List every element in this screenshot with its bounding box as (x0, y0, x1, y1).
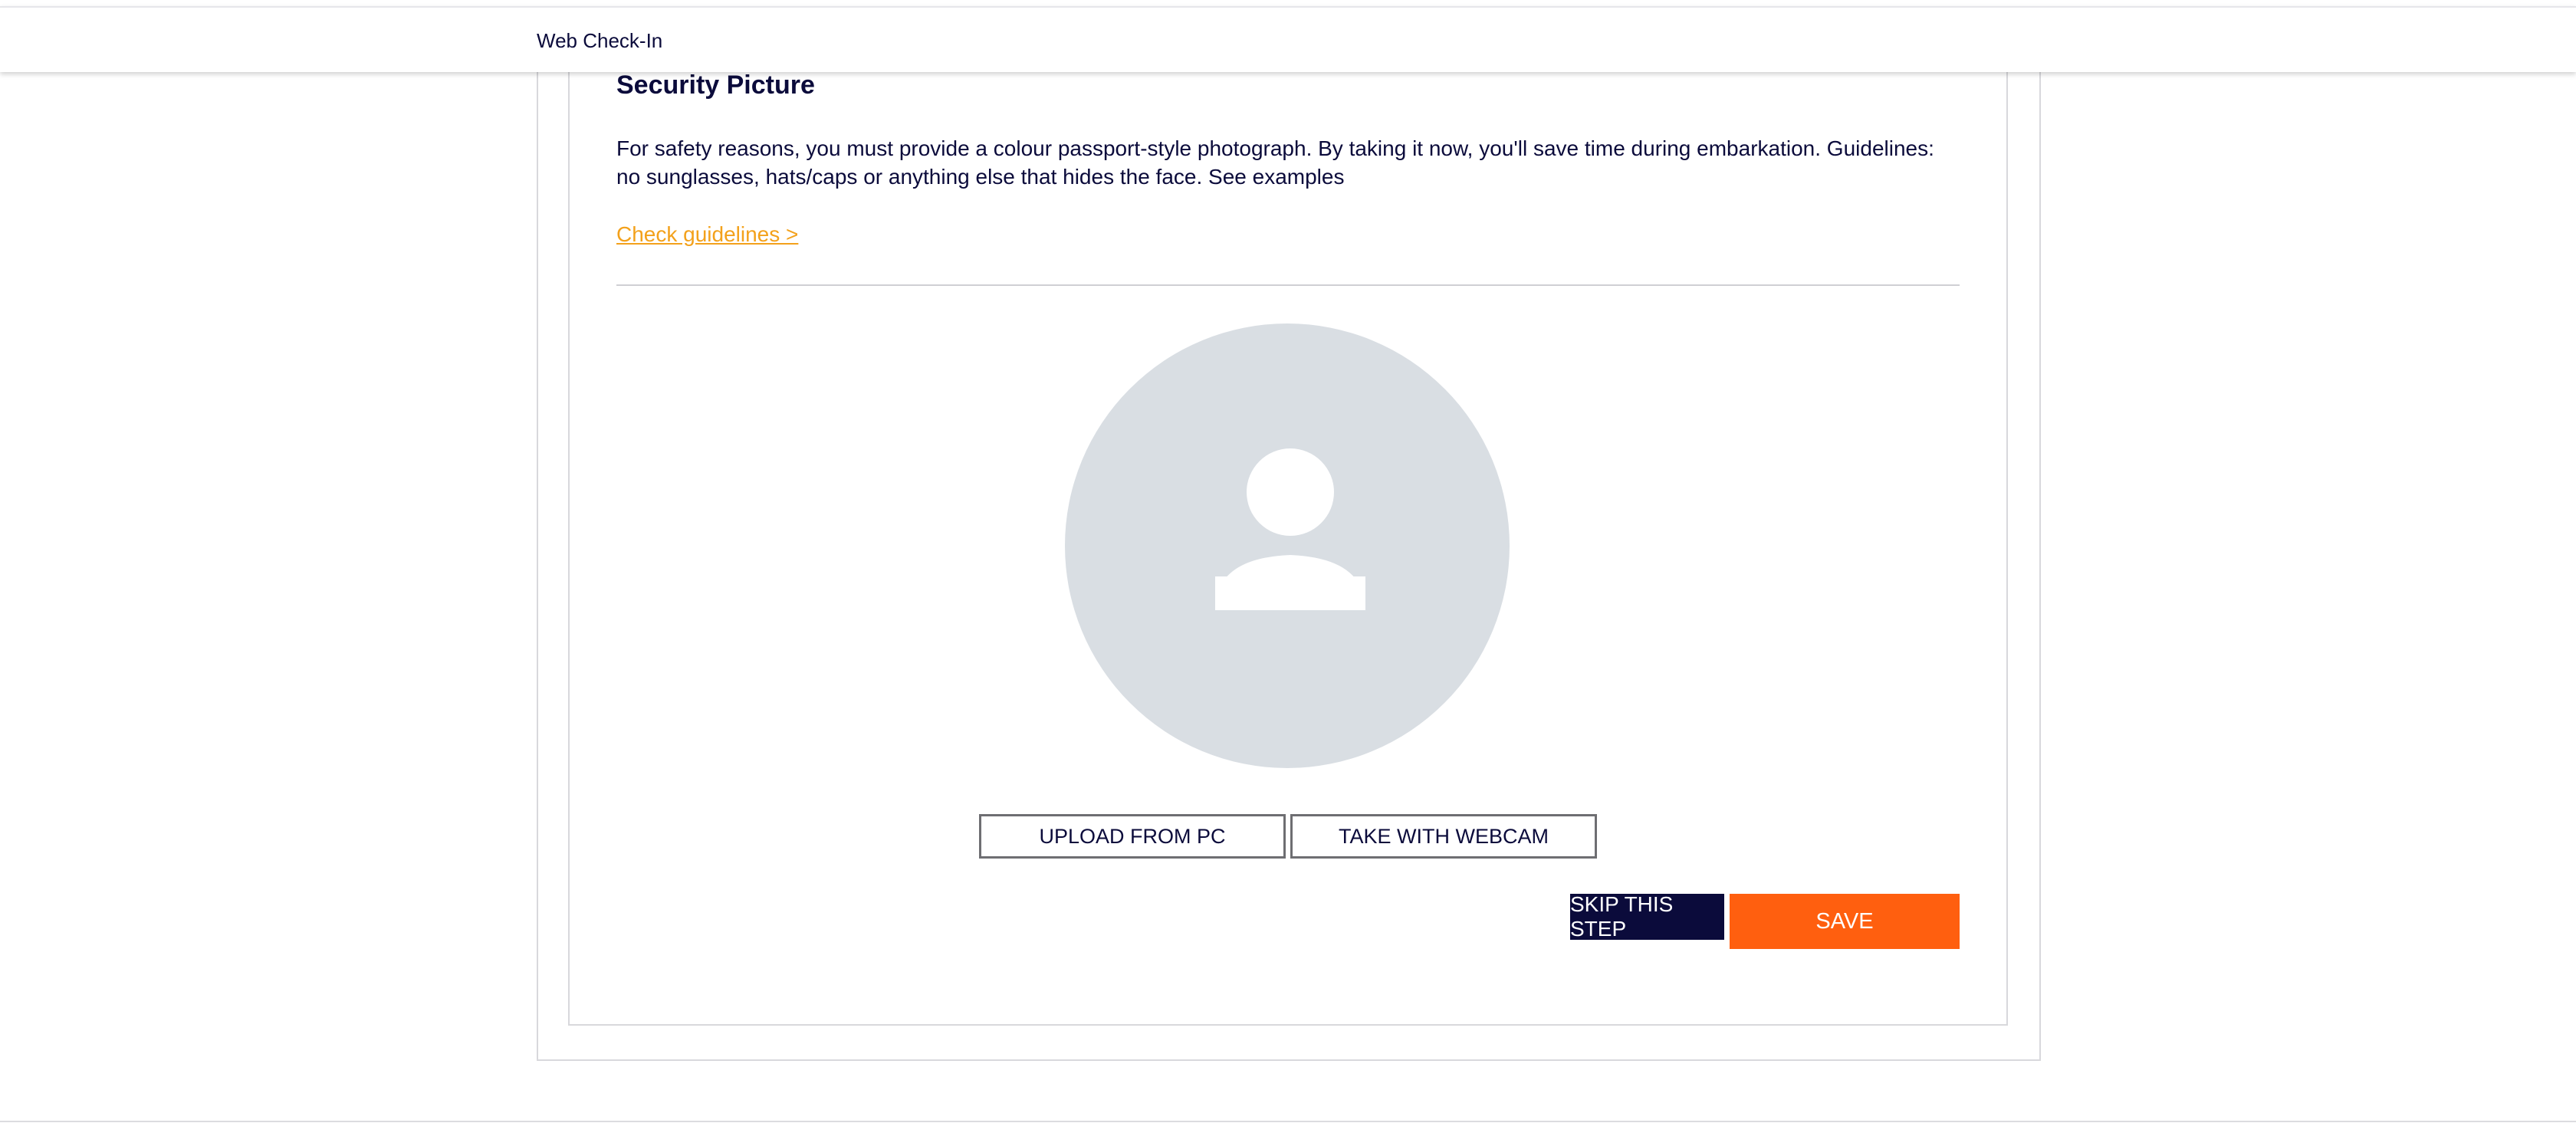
avatar-placeholder (1065, 323, 1510, 768)
header-title: Web Check-In (537, 29, 663, 52)
top-header-bar: Web Check-In (0, 6, 2576, 72)
upload-from-pc-button[interactable]: UPLOAD FROM PC (979, 814, 1286, 859)
footer-divider (0, 1121, 2576, 1122)
user-placeholder-icon (1215, 448, 1365, 610)
divider (616, 284, 1960, 286)
skip-this-step-button[interactable]: SKIP THIS STEP (1570, 892, 1724, 941)
section-description: For safety reasons, you must provide a c… (616, 136, 1934, 189)
check-guidelines-link[interactable]: Check guidelines > (616, 222, 798, 247)
take-with-webcam-button[interactable]: TAKE WITH WEBCAM (1290, 814, 1597, 859)
save-button[interactable]: SAVE (1730, 894, 1960, 949)
section-title: Security Picture (616, 71, 815, 100)
